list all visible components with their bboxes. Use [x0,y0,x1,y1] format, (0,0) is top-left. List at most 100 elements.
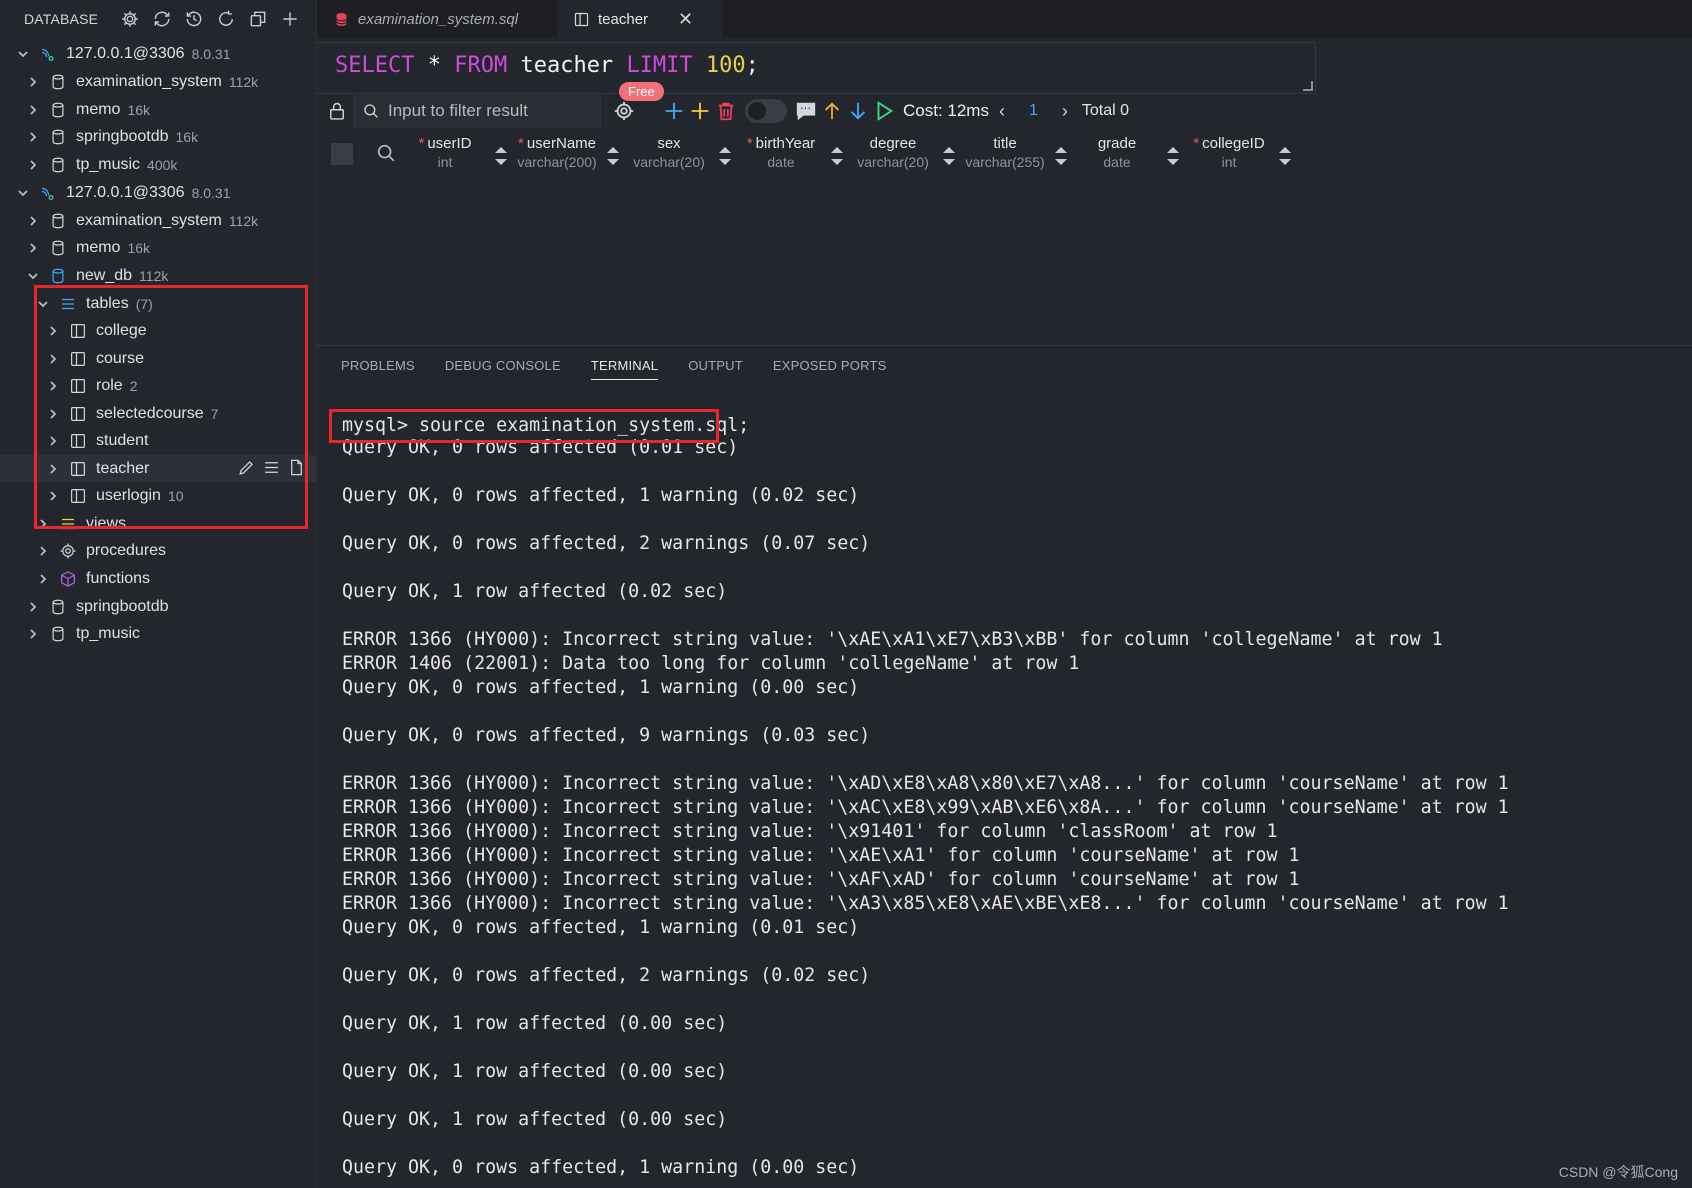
chevron-right-icon[interactable] [44,377,62,395]
tree-item-connection[interactable]: 127.0.0.1@3306 8.0.31 [0,179,316,206]
chevron-right-icon[interactable] [24,101,42,119]
chevron-right-icon[interactable] [24,625,42,643]
tree-item-table[interactable]: course [0,345,316,372]
tab-problems[interactable]: PROBLEMS [341,358,415,380]
tree-item-table[interactable]: student [0,427,316,454]
filter-input[interactable] [388,101,588,121]
watermark: CSDN @令狐Cong [1558,1164,1678,1180]
tab-examination-system-sql[interactable]: examination_system.sql [317,0,557,38]
tab-debug-console[interactable]: DEBUG CONSOLE [445,358,561,380]
refresh-icon[interactable] [210,6,242,32]
tab-label: examination_system.sql [358,10,519,28]
tab-output[interactable]: OUTPUT [688,358,743,380]
column-header[interactable]: title varchar(255) [949,135,1061,170]
chevron-right-icon[interactable] [44,432,62,450]
table-icon [68,431,88,451]
chevron-right-icon[interactable] [24,212,42,230]
document-icon[interactable] [287,458,306,477]
insert-button[interactable] [687,96,713,126]
tree-item-group[interactable]: tables (7) [0,290,316,317]
next-page-button[interactable]: › [1062,101,1068,122]
sql-number: 100 [692,53,746,78]
move-up-button[interactable] [819,96,845,126]
tree-item-connection[interactable]: 127.0.0.1@3306 8.0.31 [0,40,316,67]
chevron-right-icon[interactable] [44,405,62,423]
sort-icon[interactable] [1279,147,1291,165]
column-header[interactable]: * birthYear date [725,135,837,170]
chevron-right-icon[interactable] [34,570,52,588]
chevron-right-icon[interactable] [24,239,42,257]
gear-icon[interactable] [114,6,146,32]
column-header[interactable]: degree varchar(20) [837,135,949,170]
tree-item-database[interactable]: memo 16k [0,96,316,123]
database-icon [48,100,68,120]
chevron-down-icon[interactable] [24,267,42,285]
tree-item-functions[interactable]: functions [0,565,316,592]
tree-item-table[interactable]: userlogin 10 [0,482,316,509]
tree-item-database[interactable]: new_db 112k [0,262,316,289]
chevron-right-icon[interactable] [34,542,52,560]
comment-button[interactable] [793,96,819,126]
tab-terminal[interactable]: TERMINAL [590,358,659,380]
sql-keyword: FROM [454,53,508,78]
move-down-button[interactable] [845,96,871,126]
column-header[interactable]: * userName varchar(200) [501,135,613,170]
chevron-right-icon[interactable] [44,322,62,340]
chevron-down-icon[interactable] [14,45,32,63]
settings-button[interactable]: Free [607,82,664,128]
terminal-line: ERROR 1366 (HY000): Incorrect string val… [342,629,1443,650]
chevron-down-icon[interactable] [14,184,32,202]
chevron-down-icon[interactable] [34,295,52,313]
tree-item-views[interactable]: views [0,510,316,537]
chevron-right-icon[interactable] [44,350,62,368]
chevron-right-icon[interactable] [24,73,42,91]
sql-editor[interactable]: SELECT * FROM teacher LIMIT 100; [317,42,1316,94]
tree-item-table[interactable]: college [0,317,316,344]
tree-item-table[interactable]: selectedcourse 7 [0,400,316,427]
tree-item-database[interactable]: springbootdb [0,593,316,620]
tab-teacher[interactable]: teacher ✕ [557,0,723,38]
tree-item-database[interactable]: memo 16k [0,234,316,261]
tab-exposed-ports[interactable]: EXPOSED PORTS [773,358,887,380]
column-header[interactable]: * userID int [389,135,501,170]
tree-item-database[interactable]: examination_system 112k [0,207,316,234]
chevron-right-icon[interactable] [24,598,42,616]
edit-icon[interactable] [237,458,256,477]
lock-icon[interactable] [323,100,351,122]
tree-item-database[interactable]: springbootdb 16k [0,123,316,150]
sidebar: DATABASE 127.0.0.1@3306 8.0.31 examination… [0,0,317,1188]
chevron-right-icon[interactable] [44,460,62,478]
tree-item-table[interactable]: role 2 [0,372,316,399]
copy-icon[interactable] [242,6,274,32]
column-header[interactable]: * collegeID int [1173,135,1285,170]
list-icon [58,294,78,314]
add-row-button[interactable] [661,96,687,126]
chevron-right-icon[interactable] [24,128,42,146]
chevron-right-icon[interactable] [44,487,62,505]
tree-item-database[interactable]: tp_music 400k [0,151,316,178]
tree-item-meta: 400k [147,156,178,173]
page-number[interactable]: 1 [1029,102,1038,120]
tree-item-meta: 112k [228,212,259,229]
chevron-right-icon[interactable] [24,156,42,174]
run-button[interactable] [871,96,897,126]
tree-item-table[interactable]: teacher [0,455,316,482]
terminal-line: Query OK, 1 row affected (0.00 sec) [342,1061,728,1082]
tree-item-database[interactable]: examination_system 112k [0,68,316,95]
toggle-switch[interactable] [745,99,787,123]
column-header[interactable]: sex varchar(20) [613,135,725,170]
table-icon [68,486,88,506]
tree-item-procedures[interactable]: procedures [0,537,316,564]
select-all-checkbox[interactable] [331,143,353,165]
sync-icon[interactable] [146,6,178,32]
column-header[interactable]: grade date [1061,135,1173,170]
chevron-right-icon[interactable] [34,515,52,533]
delete-button[interactable] [713,96,739,126]
close-icon[interactable]: ✕ [678,9,693,30]
history-icon[interactable] [178,6,210,32]
plus-icon[interactable] [274,6,306,32]
terminal-output[interactable]: mysql> source examination_system.sql; Que… [342,414,1509,1180]
tree-item-database[interactable]: tp_music [0,620,316,647]
prev-page-button[interactable]: ‹ [999,101,1005,122]
list-icon[interactable] [262,458,281,477]
